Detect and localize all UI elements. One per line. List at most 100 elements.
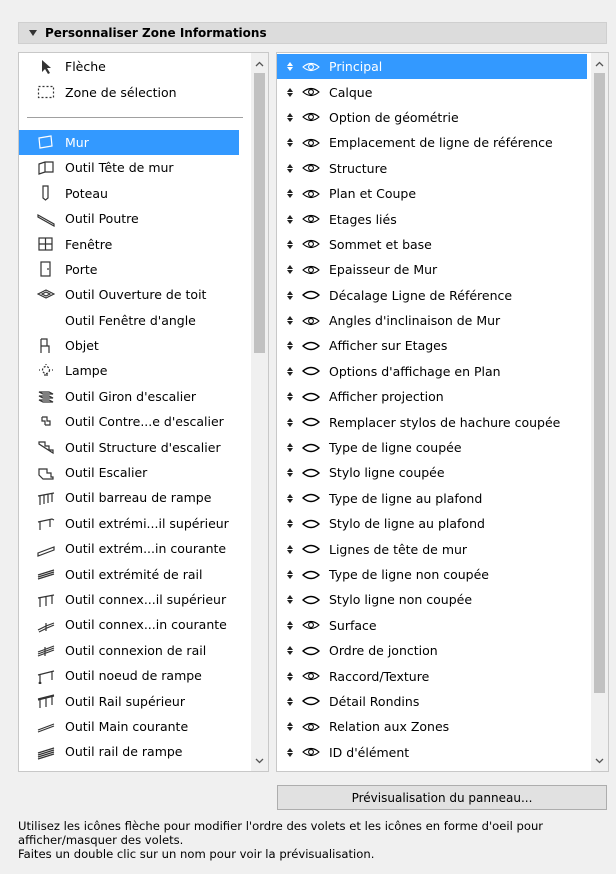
- eye-open-icon[interactable]: [301, 746, 321, 758]
- tool-list-item[interactable]: Outil rail de rampe: [19, 739, 239, 764]
- eye-closed-icon[interactable]: [301, 543, 321, 555]
- panel-list-item[interactable]: Détail Rondins: [277, 689, 587, 714]
- eye-open-icon[interactable]: [301, 670, 321, 682]
- panel-list-item[interactable]: Etages liés: [277, 206, 587, 231]
- panel-list-item[interactable]: Type de ligne au plafond: [277, 486, 587, 511]
- eye-closed-icon[interactable]: [301, 467, 321, 479]
- panel-list-item[interactable]: Emplacement de ligne de référence: [277, 130, 587, 155]
- panel-list-item[interactable]: Options d'affichage en Plan: [277, 359, 587, 384]
- tool-list-item[interactable]: Outil Rail supérieur: [19, 688, 239, 713]
- eye-open-icon[interactable]: [301, 238, 321, 250]
- reorder-arrows-icon[interactable]: [285, 544, 295, 554]
- eye-closed-icon[interactable]: [301, 569, 321, 581]
- reorder-arrows-icon[interactable]: [285, 570, 295, 579]
- tool-list-item[interactable]: Flèche: [19, 54, 239, 79]
- tool-list-item[interactable]: Outil extrémi...il supérieur: [19, 511, 239, 536]
- tool-list-item[interactable]: Outil Main courante: [19, 714, 239, 739]
- reorder-arrows-icon[interactable]: [285, 290, 295, 300]
- reorder-arrows-icon[interactable]: [285, 214, 295, 224]
- panel-list-item[interactable]: Option de géométrie: [277, 105, 587, 130]
- panel-list-item[interactable]: Décalage Ligne de Référence: [277, 283, 587, 308]
- tool-list-item[interactable]: Objet: [19, 333, 239, 358]
- scroll-down-icon[interactable]: [251, 752, 268, 769]
- tool-list-item[interactable]: Outil noeud de rampe: [19, 663, 239, 688]
- tool-list-item[interactable]: Outil Tête de mur: [19, 155, 239, 180]
- panel-list-item[interactable]: Type de ligne coupée: [277, 435, 587, 460]
- eye-open-icon[interactable]: [301, 111, 321, 123]
- reorder-arrows-icon[interactable]: [285, 443, 295, 453]
- panel-list-item[interactable]: ID d'élément: [277, 740, 587, 765]
- tool-list-item[interactable]: Outil connexion de rail: [19, 638, 239, 663]
- preview-panel-button[interactable]: Prévisualisation du panneau...: [277, 785, 607, 810]
- tool-list-scrollbar[interactable]: [251, 53, 268, 771]
- reorder-arrows-icon[interactable]: [285, 189, 295, 199]
- reorder-arrows-icon[interactable]: [285, 468, 295, 478]
- eye-closed-icon[interactable]: [301, 391, 321, 403]
- eye-closed-icon[interactable]: [301, 518, 321, 530]
- reorder-arrows-icon[interactable]: [285, 722, 295, 732]
- panel-list-scrollbar[interactable]: [591, 53, 608, 771]
- tool-list-item[interactable]: Outil Ouverture de toit: [19, 282, 239, 307]
- collapse-triangle-icon[interactable]: [29, 30, 37, 36]
- reorder-arrows-icon[interactable]: [285, 671, 295, 681]
- panel-list-item[interactable]: Lignes de tête de mur: [277, 536, 587, 561]
- panel-list-item[interactable]: Structure: [277, 156, 587, 181]
- reorder-arrows-icon[interactable]: [285, 417, 295, 427]
- eye-closed-icon[interactable]: [301, 594, 321, 606]
- panel-list-item[interactable]: Afficher sur Etages: [277, 333, 587, 358]
- panel-list-item[interactable]: Afficher projection: [277, 384, 587, 409]
- scroll-up-icon[interactable]: [591, 55, 608, 72]
- panel-list-item[interactable]: Relation aux Zones: [277, 714, 587, 739]
- eye-closed-icon[interactable]: [301, 645, 321, 657]
- tool-list-item[interactable]: Outil extrémité de rail: [19, 561, 239, 586]
- reorder-arrows-icon[interactable]: [285, 747, 295, 757]
- tool-list-item[interactable]: Outil Escalier: [19, 460, 239, 485]
- scroll-up-icon[interactable]: [251, 55, 268, 72]
- eye-open-icon[interactable]: [301, 619, 321, 631]
- tool-list-item[interactable]: Poteau: [19, 181, 239, 206]
- tool-list-item[interactable]: Outil extrém...in courante: [19, 536, 239, 561]
- panel-list-item[interactable]: Type de ligne non coupée: [277, 562, 587, 587]
- panel-list-item[interactable]: Stylo de ligne au plafond: [277, 511, 587, 536]
- section-header[interactable]: Personnaliser Zone Informations: [18, 22, 607, 44]
- eye-open-icon[interactable]: [301, 315, 321, 327]
- reorder-arrows-icon[interactable]: [285, 138, 295, 148]
- tool-list-item[interactable]: Outil connex...in courante: [19, 612, 239, 637]
- eye-closed-icon[interactable]: [301, 492, 321, 504]
- reorder-arrows-icon[interactable]: [285, 493, 295, 503]
- tool-list-item[interactable]: Zone de sélection: [19, 79, 239, 104]
- eye-open-icon[interactable]: [301, 137, 321, 149]
- panel-list-item[interactable]: Principal: [277, 54, 587, 80]
- tool-list-item[interactable]: Outil barreau de rampe: [19, 485, 239, 510]
- eye-closed-icon[interactable]: [301, 365, 321, 377]
- tool-list-item[interactable]: Outil Contre...e d'escalier: [19, 409, 239, 434]
- reorder-arrows-icon[interactable]: [285, 392, 295, 402]
- reorder-arrows-icon[interactable]: [285, 239, 295, 249]
- reorder-arrows-icon[interactable]: [285, 366, 295, 376]
- tool-list-item[interactable]: Outil Structure d'escalier: [19, 434, 239, 459]
- eye-closed-icon[interactable]: [301, 340, 321, 352]
- eye-closed-icon[interactable]: [301, 695, 321, 707]
- panel-list-item[interactable]: Surface: [277, 613, 587, 638]
- panel-list-item[interactable]: Angles d'inclinaison de Mur: [277, 308, 587, 333]
- panel-list-item[interactable]: Sommet et base: [277, 232, 587, 257]
- scrollbar-thumb[interactable]: [594, 73, 605, 693]
- tool-list-item[interactable]: Porte: [19, 257, 239, 282]
- eye-open-icon[interactable]: [301, 264, 321, 276]
- reorder-arrows-icon[interactable]: [285, 62, 295, 72]
- tool-list-item[interactable]: Outil Giron d'escalier: [19, 384, 239, 409]
- tool-list-item[interactable]: Mur: [19, 129, 239, 156]
- eye-open-icon[interactable]: [301, 162, 321, 174]
- eye-open-icon[interactable]: [301, 188, 321, 200]
- reorder-arrows-icon[interactable]: [285, 341, 295, 351]
- eye-open-icon[interactable]: [301, 86, 321, 98]
- panel-list-item[interactable]: Raccord/Texture: [277, 663, 587, 688]
- panel-list-item[interactable]: Remplacer stylos de hachure coupée: [277, 409, 587, 434]
- panel-list-item[interactable]: Stylo ligne coupée: [277, 460, 587, 485]
- scrollbar-thumb[interactable]: [254, 73, 265, 353]
- tool-list-item[interactable]: Outil connex...il supérieur: [19, 587, 239, 612]
- reorder-arrows-icon[interactable]: [285, 519, 295, 529]
- panel-list-item[interactable]: Plan et Coupe: [277, 181, 587, 206]
- panel-list-item[interactable]: Calque: [277, 79, 587, 104]
- reorder-arrows-icon[interactable]: [285, 265, 295, 275]
